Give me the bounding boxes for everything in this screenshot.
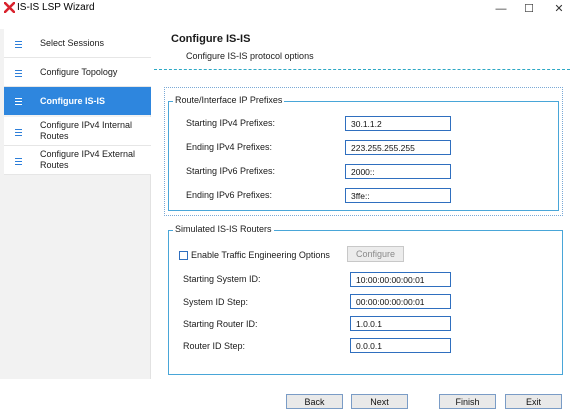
maximize-icon[interactable]: ☐	[515, 0, 543, 17]
end-ipv4-input[interactable]	[345, 140, 451, 155]
sidebar-item-label: Configure IPv4 External Routes	[40, 149, 136, 170]
window-titlebar: IS-IS LSP Wizard — ☐ ✕	[0, 0, 577, 17]
start-router-id-label: Starting Router ID:	[183, 319, 258, 329]
list-icon	[15, 129, 22, 136]
wizard-content: Configure IS-IS Configure IS-IS protocol…	[151, 29, 571, 379]
router-id-step-input[interactable]	[350, 338, 451, 353]
start-system-id-label: Starting System ID:	[183, 274, 261, 284]
app-logo-icon	[4, 2, 15, 13]
system-id-step-label: System ID Step:	[183, 297, 249, 307]
next-button[interactable]: Next	[351, 394, 408, 409]
sidebar-item-label: Configure IPv4 Internal Routes	[40, 120, 133, 141]
start-router-id-input[interactable]	[350, 316, 451, 331]
end-ipv4-label: Ending IPv4 Prefixes:	[186, 142, 273, 152]
list-icon	[15, 98, 22, 105]
list-icon	[15, 158, 22, 165]
wizard-steps-sidebar: Select Sessions Configure Topology Confi…	[0, 29, 151, 379]
close-icon[interactable]: ✕	[545, 0, 573, 17]
routers-group: Simulated IS-IS Routers Enable Traffic E…	[168, 224, 563, 375]
finish-button[interactable]: Finish	[439, 394, 496, 409]
traffic-engineering-checkbox[interactable]	[179, 251, 188, 260]
sidebar-item-label: Configure Topology	[40, 67, 118, 77]
sidebar-item-label: Configure IS-IS	[40, 96, 105, 106]
list-icon	[15, 70, 22, 77]
start-ipv4-input[interactable]	[345, 116, 451, 131]
router-id-step-label: Router ID Step:	[183, 341, 246, 351]
system-id-step-input[interactable]	[350, 294, 451, 309]
page-title: Configure IS-IS	[171, 33, 251, 45]
list-icon	[15, 41, 22, 48]
window-title: IS-IS LSP Wizard	[17, 2, 95, 13]
back-button[interactable]: Back	[286, 394, 343, 409]
traffic-engineering-label: Enable Traffic Engineering Options	[191, 250, 330, 260]
start-ipv6-input[interactable]	[345, 164, 451, 179]
sidebar-item-label: Select Sessions	[40, 38, 105, 48]
prefixes-legend: Route/Interface IP Prefixes	[173, 95, 285, 105]
prefixes-group: Route/Interface IP Prefixes Starting IPv…	[168, 95, 559, 211]
header-divider	[154, 69, 570, 70]
start-system-id-input[interactable]	[350, 272, 451, 287]
minimize-icon[interactable]: —	[487, 0, 515, 17]
exit-button[interactable]: Exit	[505, 394, 562, 409]
sidebar-item-ipv4-internal-routes[interactable]: Configure IPv4 Internal Routes	[4, 117, 151, 146]
sidebar-item-ipv4-external-routes[interactable]: Configure IPv4 External Routes	[4, 146, 151, 175]
page-subtitle: Configure IS-IS protocol options	[186, 51, 314, 61]
configure-te-button[interactable]: Configure	[347, 246, 404, 262]
end-ipv6-label: Ending IPv6 Prefixes:	[186, 190, 273, 200]
start-ipv6-label: Starting IPv6 Prefixes:	[186, 166, 276, 176]
sidebar-item-select-sessions[interactable]: Select Sessions	[4, 29, 151, 58]
routers-legend: Simulated IS-IS Routers	[173, 224, 274, 234]
start-ipv4-label: Starting IPv4 Prefixes:	[186, 118, 276, 128]
end-ipv6-input[interactable]	[345, 188, 451, 203]
sidebar-item-configure-topology[interactable]: Configure Topology	[4, 58, 151, 87]
sidebar-item-configure-isis[interactable]: Configure IS-IS	[4, 87, 151, 115]
